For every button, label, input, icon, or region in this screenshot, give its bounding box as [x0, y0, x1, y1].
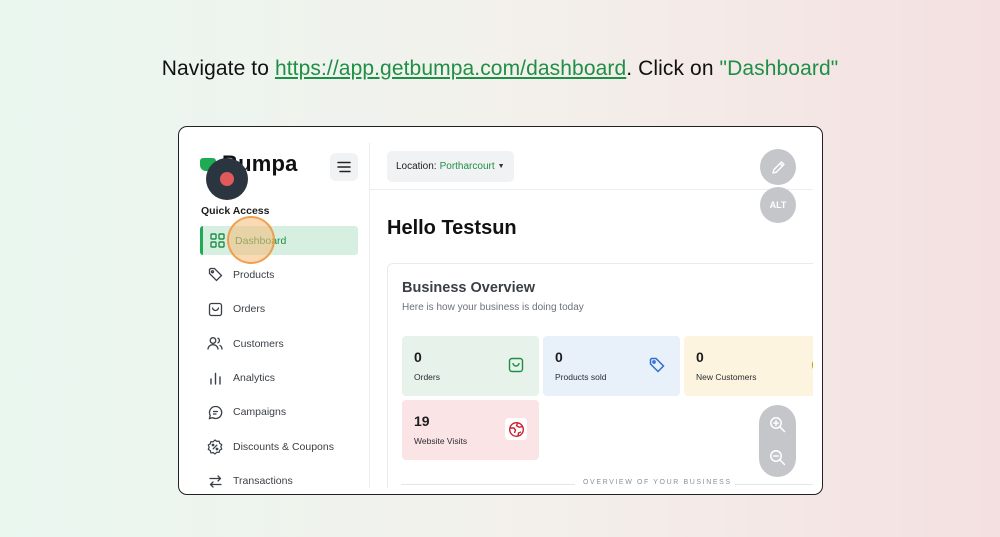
sidebar-item-label: Transactions [233, 475, 293, 488]
bar-chart-icon [206, 369, 224, 387]
sidebar-item-dashboard[interactable]: Dashboard [200, 226, 358, 255]
sidebar-item-transactions[interactable]: Transactions [200, 467, 358, 488]
sidebar-item-discounts-coupons[interactable]: Discounts & Coupons [200, 432, 358, 461]
stat-label: Website Visits [414, 436, 468, 446]
zoom-out-icon [770, 450, 786, 466]
tag-icon [206, 266, 224, 284]
stat-card-website-visits[interactable]: 19 Website Visits [402, 400, 539, 460]
sidebar-item-orders[interactable]: Orders [200, 295, 358, 324]
globe-icon [505, 418, 527, 440]
instruction-target: "Dashboard" [719, 57, 839, 80]
location-selector[interactable]: Location: Portharcourt ▼ [387, 151, 514, 182]
alt-label: ALT [769, 200, 787, 210]
discount-icon [206, 438, 224, 456]
sidebar-item-label: Orders [233, 303, 266, 316]
transfer-icon [206, 472, 224, 488]
sidebar-item-products[interactable]: Products [200, 260, 358, 289]
alt-button[interactable]: ALT [760, 187, 796, 223]
grid-icon [208, 232, 226, 250]
hamburger-icon [337, 161, 351, 173]
stat-value: 0 [555, 349, 563, 365]
sidebar-item-customers[interactable]: Customers [200, 329, 358, 358]
users-icon [206, 335, 224, 353]
overview-section-divider: OVERVIEW OF YOUR BUSINESS [387, 479, 813, 488]
zoom-controls [759, 405, 796, 477]
zoom-out-button[interactable] [768, 448, 787, 467]
instruction-middle: . Click on [626, 57, 720, 80]
overview-title: Business Overview [402, 280, 535, 296]
top-bar: Location: Portharcourt ▼ [370, 143, 813, 190]
instruction-url-link[interactable]: https://app.getbumpa.com/dashboard [275, 57, 626, 80]
sidebar-item-label: Discounts & Coupons [233, 440, 334, 453]
record-indicator-icon [206, 158, 248, 200]
stat-value: 0 [696, 349, 704, 365]
instruction-text: Navigate to https://app.getbumpa.com/das… [0, 57, 1000, 81]
app-window: Bumpa Quick Access Dashboard Pr [189, 143, 813, 488]
click-highlight-marker [227, 216, 275, 264]
sidebar: Bumpa Quick Access Dashboard Pr [189, 143, 370, 488]
caret-down-icon: ▼ [497, 163, 505, 170]
chat-icon [206, 403, 224, 421]
pencil-icon [771, 160, 785, 174]
zoom-in-button[interactable] [768, 415, 787, 434]
stat-card-new-customers[interactable]: 0 New Customers [684, 336, 813, 396]
greeting-heading: Hello Testsun [387, 217, 517, 239]
quick-access-label: Quick Access [201, 205, 270, 217]
stat-value: 0 [414, 349, 422, 365]
browser-frame: Bumpa Quick Access Dashboard Pr [178, 126, 823, 495]
tag-icon [646, 354, 668, 376]
sidebar-item-label: Customers [233, 337, 284, 350]
sidebar-item-campaigns[interactable]: Campaigns [200, 398, 358, 427]
instruction-prefix: Navigate to [161, 57, 275, 80]
stat-label: Orders [414, 372, 440, 382]
sidebar-nav: Dashboard Products Orders [200, 226, 358, 488]
stat-card-orders[interactable]: 0 Orders [402, 336, 539, 396]
sidebar-item-analytics[interactable]: Analytics [200, 364, 358, 393]
overview-subtitle: Here is how your business is doing today [402, 302, 584, 313]
business-overview-card: Business Overview Here is how your busin… [387, 263, 813, 488]
sidebar-item-label: Campaigns [233, 406, 287, 419]
stat-card-products-sold[interactable]: 0 Products sold [543, 336, 680, 396]
smile-icon [808, 354, 813, 376]
location-value: Portharcourt [439, 161, 495, 172]
sidebar-item-label: Analytics [233, 372, 276, 385]
location-label: Location: [396, 161, 437, 172]
zoom-in-icon [770, 417, 786, 433]
stat-value: 19 [414, 413, 430, 429]
bag-icon [206, 300, 224, 318]
stat-label: New Customers [696, 372, 757, 382]
section-caption: OVERVIEW OF YOUR BUSINESS [583, 479, 732, 486]
stat-label: Products sold [555, 372, 607, 382]
sidebar-item-label: Products [233, 268, 275, 281]
menu-toggle-button[interactable] [330, 153, 358, 181]
edit-button[interactable] [760, 149, 796, 185]
bag-icon [505, 354, 527, 376]
main-content: Location: Portharcourt ▼ ALT Hello Tests… [370, 143, 813, 488]
